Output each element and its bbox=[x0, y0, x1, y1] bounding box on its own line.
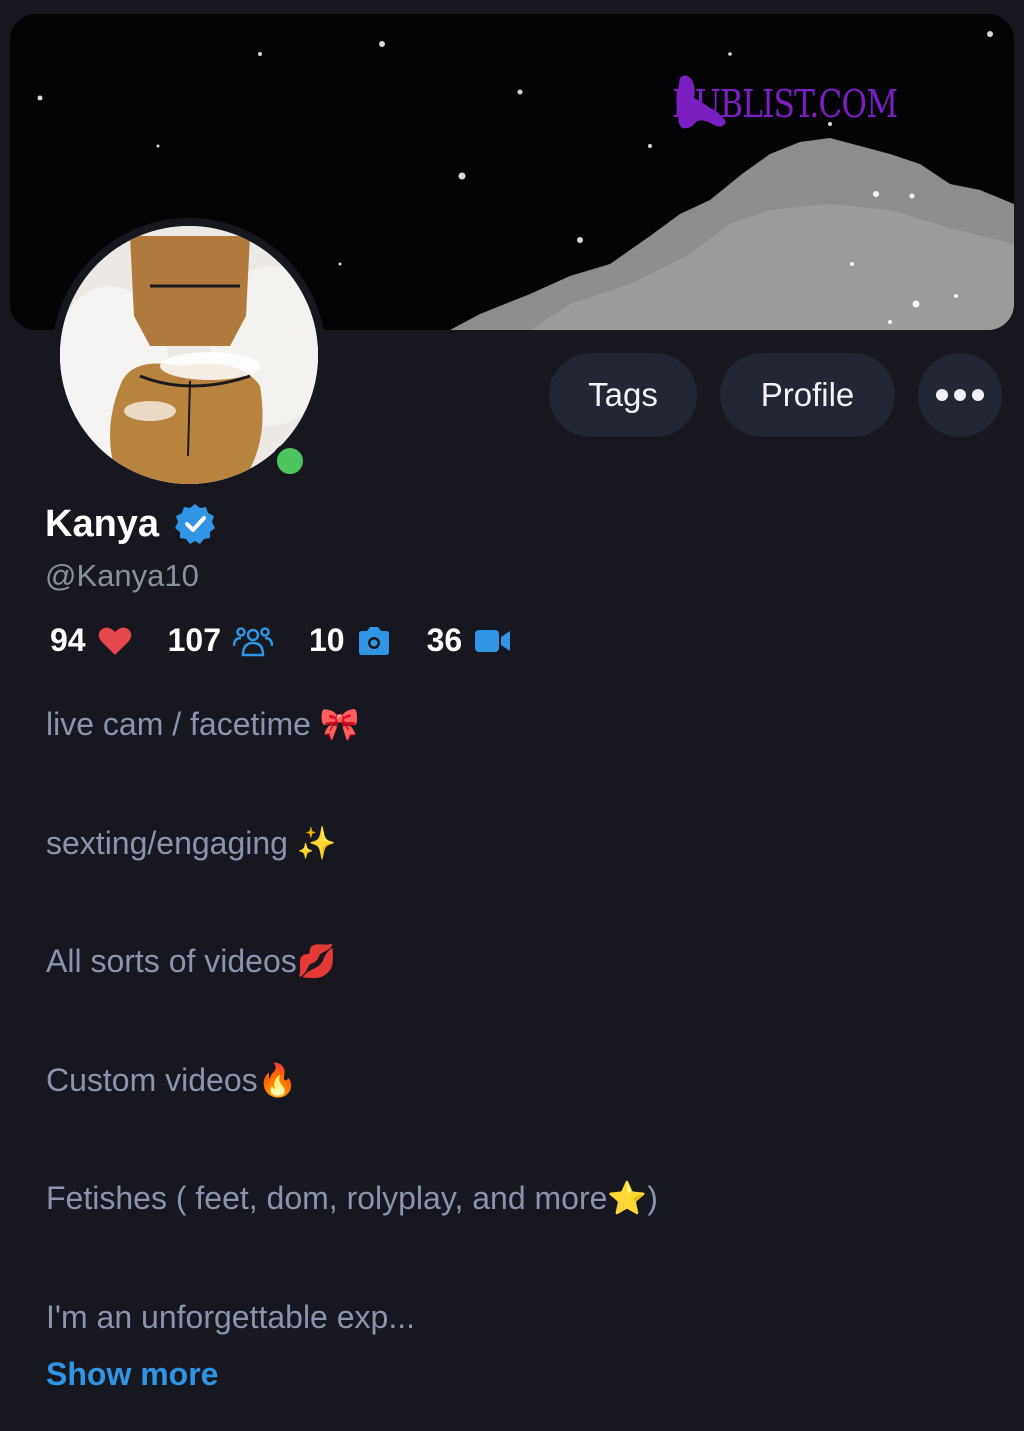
profile-name: Kanya bbox=[45, 502, 160, 545]
followers-count: 107 bbox=[167, 622, 221, 658]
profile-button[interactable]: Profile bbox=[720, 353, 895, 437]
followers-icon bbox=[232, 626, 273, 656]
tags-button[interactable]: Tags bbox=[549, 353, 697, 437]
profile-bio: live cam / facetime 🎀 sexting/engaging ✨… bbox=[46, 700, 986, 1412]
watermark-text: RUBLIST.COM bbox=[672, 82, 898, 126]
camera-icon bbox=[358, 626, 389, 655]
likes-count: 94 bbox=[50, 622, 86, 658]
profile-page: RUBLIST.COM Tags Profile Kanya @Kanya10 … bbox=[0, 0, 1024, 1431]
online-status-indicator bbox=[272, 443, 308, 479]
videos-count: 36 bbox=[426, 622, 463, 658]
bio-line: All sorts of videos💋 bbox=[46, 943, 337, 980]
bio-line: Fetishes ( feet, dom, rolyplay, and more… bbox=[46, 1180, 658, 1217]
profile-button-label: Profile bbox=[760, 376, 855, 413]
profile-stats: 94 107 10 36 bbox=[50, 622, 548, 659]
video-icon bbox=[475, 629, 511, 652]
more-dots-icon bbox=[936, 389, 984, 401]
bio-line: Custom videos🔥 bbox=[46, 1061, 298, 1098]
bio-line: sexting/engaging ✨ bbox=[46, 824, 337, 861]
tags-button-label: Tags bbox=[588, 376, 658, 413]
stat-videos: 36 bbox=[427, 622, 513, 659]
rublist-watermark: RUBLIST.COM bbox=[672, 72, 947, 136]
bio-line: live cam / facetime 🎀 bbox=[46, 706, 360, 742]
more-options-button[interactable] bbox=[918, 353, 1002, 437]
verified-badge-icon bbox=[175, 504, 216, 544]
show-more-link[interactable]: Show more bbox=[46, 1356, 218, 1393]
stat-photos: 10 bbox=[309, 622, 391, 659]
name-row: Kanya bbox=[45, 502, 217, 546]
stat-followers: 107 bbox=[168, 622, 273, 659]
photos-count: 10 bbox=[308, 622, 345, 658]
bio-line: I'm an unforgettable exp... bbox=[46, 1298, 415, 1335]
profile-handle: @Kanya10 bbox=[45, 558, 199, 593]
heart-icon bbox=[98, 627, 131, 655]
stat-likes: 94 bbox=[50, 622, 132, 659]
